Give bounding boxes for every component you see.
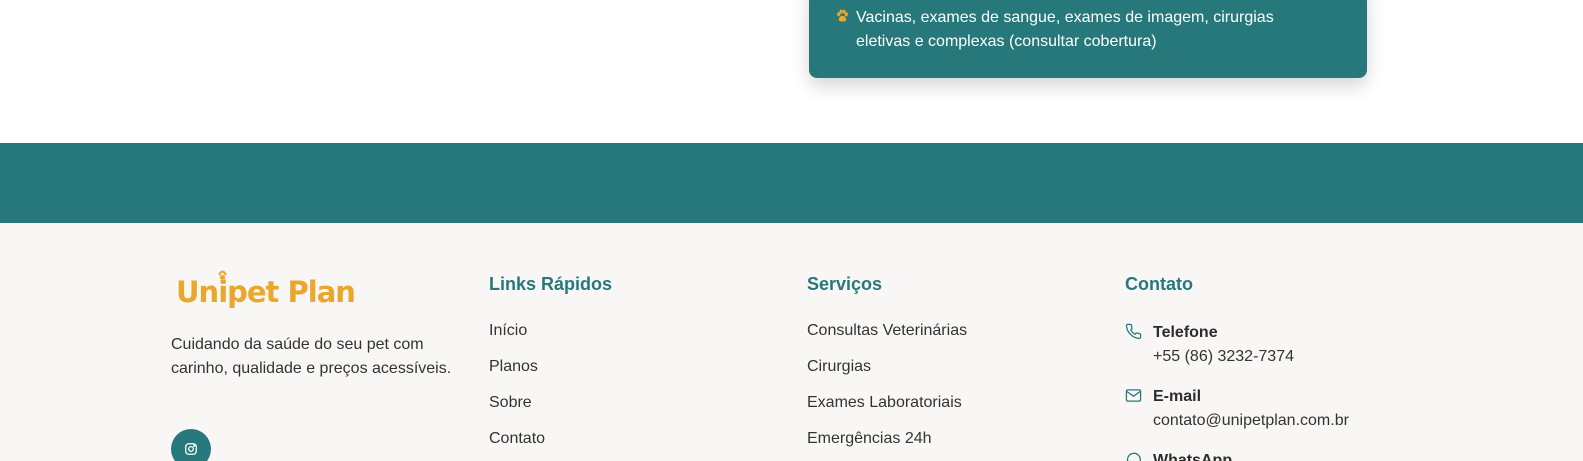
contact-label: Telefone	[1153, 324, 1218, 341]
paw-icon	[837, 9, 848, 22]
contact-column: Contato Telefone +55 (86) 3232-7374 E-ma…	[1125, 273, 1425, 461]
footer-link-sobre[interactable]: Sobre	[489, 393, 612, 413]
footer: Unipet Plan Cuidando da saúde do seu pet…	[0, 223, 1583, 461]
service-link-consultas[interactable]: Consultas Veterinárias	[807, 321, 967, 341]
logo-text: Unipet Plan	[176, 275, 356, 309]
whatsapp-icon	[1126, 452, 1141, 461]
contact-label: E-mail	[1153, 388, 1202, 405]
footer-link-planos[interactable]: Planos	[489, 357, 612, 377]
footer-link-contato[interactable]: Contato	[489, 429, 612, 449]
service-link-emergencias[interactable]: Emergências 24h	[807, 429, 967, 449]
contact-value: contato@unipetplan.com.br	[1153, 412, 1349, 429]
service-link-cirurgias[interactable]: Cirurgias	[807, 357, 967, 377]
contact-title: Contato	[1125, 274, 1193, 294]
phone-icon	[1125, 323, 1142, 340]
services-column: Serviços Consultas Veterinárias Cirurgia…	[807, 273, 967, 461]
instagram-icon	[185, 443, 197, 455]
mail-icon	[1125, 389, 1142, 402]
unipet-logo[interactable]: Unipet Plan	[176, 270, 356, 313]
quick-links-title: Links Rápidos	[489, 274, 613, 294]
logo-paw-icon	[218, 270, 227, 280]
footer-link-inicio[interactable]: Início	[489, 321, 612, 341]
cta-band	[0, 143, 1583, 223]
contact-label: WhatsApp	[1153, 452, 1233, 461]
instagram-button[interactable]	[171, 429, 211, 461]
plan-feature-card: Vacinas, exames de sangue, exames de ima…	[809, 0, 1367, 78]
feature-item-text: Vacinas, exames de sangue, exames de ima…	[856, 9, 1274, 50]
service-link-exames[interactable]: Exames Laboratoriais	[807, 393, 967, 413]
services-title: Serviços	[807, 274, 883, 294]
footer-tagline: Cuidando da saúde do seu pet com carinho…	[171, 336, 452, 377]
contact-value: +55 (86) 3232-7374	[1153, 348, 1294, 365]
services-list: Consultas Veterinárias Cirurgias Exames …	[807, 321, 967, 449]
quick-links-column: Links Rápidos Início Planos Sobre Contat…	[489, 273, 612, 461]
quick-links-list: Início Planos Sobre Contato	[489, 321, 612, 449]
